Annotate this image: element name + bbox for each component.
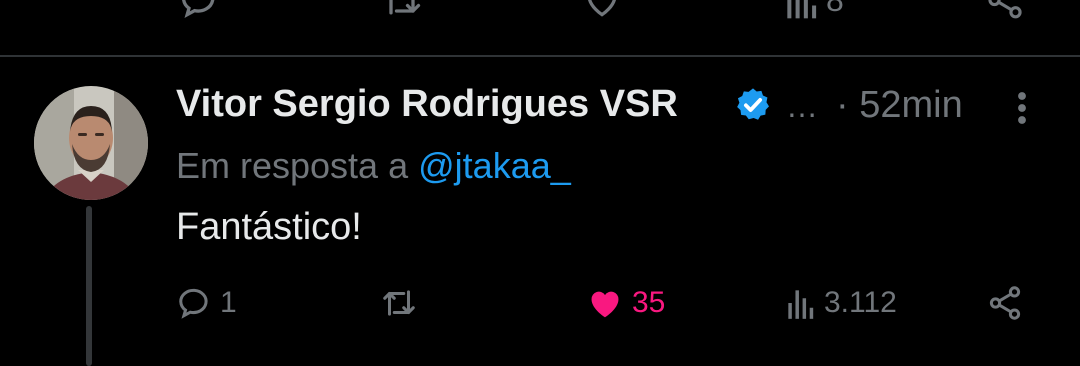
views-count: 3.112 [824, 286, 897, 319]
retweet-icon [378, 284, 420, 322]
reply-context: Em resposta a @jtakaa_ [176, 145, 571, 187]
views-button[interactable]: 3.112 [784, 282, 897, 324]
views-icon [784, 0, 820, 22]
like-button[interactable]: 35 [584, 282, 665, 324]
retweet-button[interactable] [378, 282, 426, 324]
prev-reply-button[interactable] [178, 0, 222, 22]
heart-icon [584, 284, 626, 322]
previous-tweet-action-bar: 8 [0, 0, 1080, 30]
prev-share-button[interactable] [984, 0, 1026, 22]
prev-like-button[interactable] [580, 0, 624, 22]
tweet-text: Fantástico! [176, 206, 362, 248]
more-vertical-icon[interactable] [1010, 90, 1034, 126]
time-value: 52min [859, 84, 963, 126]
thread-line [86, 206, 92, 366]
views-icon [784, 284, 818, 322]
reply-button[interactable]: 1 [176, 282, 237, 324]
reply-icon [176, 284, 214, 322]
avatar[interactable] [34, 86, 148, 200]
share-icon [984, 0, 1026, 22]
retweet-icon [380, 0, 424, 22]
reply-prefix: Em resposta a [176, 145, 409, 186]
like-count: 35 [632, 286, 666, 319]
prev-views-count: 8 [826, 0, 844, 18]
share-icon [986, 284, 1024, 322]
heart-icon [580, 0, 624, 22]
author-name[interactable]: Vitor Sergio Rodrigues VSR [176, 83, 678, 126]
reply-handle-link[interactable]: @jtakaa_ [418, 145, 571, 186]
reply-count: 1 [220, 286, 237, 319]
prev-retweet-button[interactable] [380, 0, 424, 22]
reply-icon [178, 0, 222, 22]
timestamp[interactable]: · 52min [836, 84, 963, 127]
time-separator: · [836, 84, 849, 126]
share-button[interactable] [986, 282, 1024, 324]
prev-views-button[interactable]: 8 [784, 0, 844, 22]
tweet-divider [0, 55, 1080, 57]
verified-badge-icon [734, 86, 772, 124]
name-truncation: … [786, 88, 818, 124]
